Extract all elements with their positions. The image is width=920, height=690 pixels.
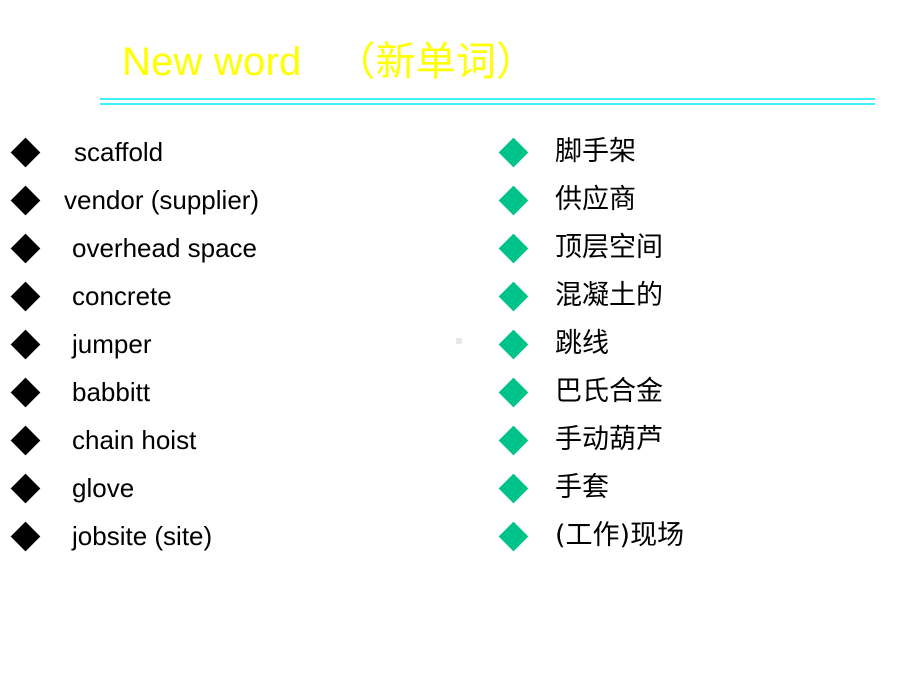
diamond-bullet-icon [498, 329, 529, 359]
diamond-bullet-icon [498, 473, 529, 503]
list-item: 供应商 [494, 176, 920, 224]
list-item: 顶层空间 [494, 224, 920, 272]
chinese-translations-column: 脚手架 供应商 顶层空间 混凝土的 跳线 巴氏合金 手动葫芦 手套 (工作)现场 [494, 128, 920, 568]
diamond-bullet-icon [498, 377, 529, 407]
rule-line-bottom [100, 103, 875, 105]
stray-artifact-mark [456, 338, 462, 344]
diamond-bullet-icon [498, 521, 529, 551]
chinese-term: 混凝土的 [555, 280, 663, 311]
list-item: 混凝土的 [494, 272, 920, 320]
list-item: chain hoist [0, 416, 480, 464]
english-term: overhead space [72, 233, 258, 263]
vocabulary-columns: scaffold vendor (supplier) overhead spac… [0, 128, 920, 568]
english-term: jobsite (site) [72, 521, 213, 551]
list-item: jumper [0, 320, 480, 368]
diamond-bullet-icon [498, 137, 529, 167]
page-title: New word （新单词） [122, 40, 537, 84]
english-term: concrete [72, 281, 172, 311]
list-item: glove [0, 464, 480, 512]
diamond-bullet-icon [10, 377, 41, 407]
slide-canvas: New word （新单词） scaffold vendor (supplier… [0, 0, 920, 690]
diamond-bullet-icon [498, 425, 529, 455]
title-block: New word （新单词） [100, 38, 880, 86]
list-item: 跳线 [494, 320, 920, 368]
chinese-term: 脚手架 [555, 136, 636, 167]
list-item: 脚手架 [494, 128, 920, 176]
chinese-term: 顶层空间 [555, 232, 663, 263]
english-term: glove [72, 473, 135, 503]
english-term: vendor (supplier) [64, 185, 260, 215]
list-item: scaffold [0, 128, 480, 176]
list-item: babbitt [0, 368, 480, 416]
list-item: (工作)现场 [494, 512, 920, 560]
diamond-bullet-icon [10, 425, 41, 455]
diamond-bullet-icon [10, 185, 41, 215]
list-item: concrete [0, 272, 480, 320]
rule-line-top [100, 98, 875, 100]
english-terms-column: scaffold vendor (supplier) overhead spac… [0, 128, 480, 568]
diamond-bullet-icon [10, 521, 41, 551]
chinese-term: 跳线 [555, 328, 609, 359]
diamond-bullet-icon [10, 137, 41, 167]
diamond-bullet-icon [10, 281, 41, 311]
diamond-bullet-icon [10, 473, 41, 503]
list-item: vendor (supplier) [0, 176, 480, 224]
list-item: 手套 [494, 464, 920, 512]
chinese-term: 手动葫芦 [555, 424, 663, 455]
list-item: 手动葫芦 [494, 416, 920, 464]
chinese-term: 手套 [555, 472, 609, 503]
diamond-bullet-icon [498, 281, 529, 311]
english-term: chain hoist [72, 425, 197, 455]
chinese-term: (工作)现场 [555, 520, 685, 551]
diamond-bullet-icon [498, 233, 529, 263]
list-item: jobsite (site) [0, 512, 480, 560]
english-term: jumper [72, 329, 152, 359]
diamond-bullet-icon [10, 233, 41, 263]
english-term: babbitt [72, 377, 151, 407]
chinese-term: 供应商 [555, 184, 636, 215]
list-item: 巴氏合金 [494, 368, 920, 416]
english-term: scaffold [74, 137, 164, 167]
title-underline-rule [100, 98, 875, 105]
chinese-term: 巴氏合金 [555, 376, 663, 407]
diamond-bullet-icon [10, 329, 41, 359]
list-item: overhead space [0, 224, 480, 272]
diamond-bullet-icon [498, 185, 529, 215]
